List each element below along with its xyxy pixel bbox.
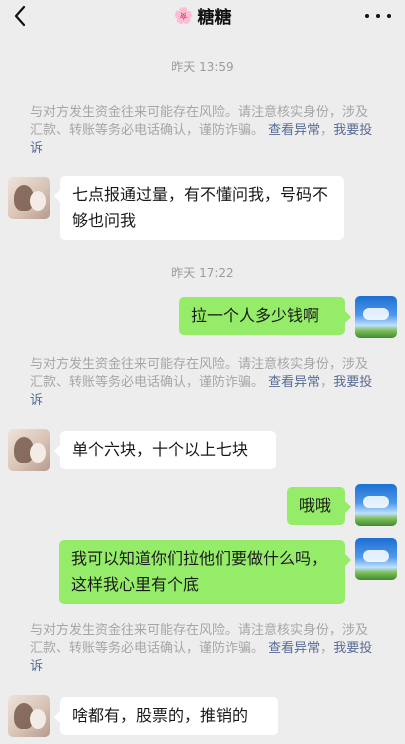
notice-separator: ， [320, 375, 334, 390]
risk-notice: 与对方发生资金往来可能存在风险。请注意核实身份，涉及汇款、转账等务必电话确认，谨… [30, 356, 378, 410]
view-abnormal-link[interactable]: 查看异常 [268, 375, 320, 390]
notice-separator: ， [320, 641, 334, 656]
timestamp: 昨天 17:22 [171, 266, 234, 280]
contact-avatar[interactable] [8, 177, 50, 219]
view-abnormal-link[interactable]: 查看异常 [268, 123, 320, 138]
message-bubble-sent[interactable]: 我可以知道你们拉他们要做什么吗，这样我心里有个底 [59, 540, 351, 604]
contact-name: 糖糖 [197, 7, 232, 28]
message-bubble-sent[interactable]: 拉一个人多少钱啊 [179, 297, 351, 335]
self-avatar[interactable] [355, 296, 397, 338]
self-avatar[interactable] [355, 484, 397, 526]
message-bubble-received[interactable]: 七点报通过量，有不懂问我，号码不够也问我 [54, 176, 344, 240]
chat-header: 🌸 糖糖 [0, 0, 405, 36]
contact-avatar[interactable] [8, 695, 50, 737]
message-bubble-received[interactable]: 啥都有，股票的，推销的 [54, 697, 278, 735]
timestamp: 昨天 13:59 [171, 60, 234, 74]
message-bubble-sent[interactable]: 哦哦 [287, 487, 351, 525]
risk-notice: 与对方发生资金往来可能存在风险。请注意核实身份，涉及汇款、转账等务必电话确认，谨… [30, 622, 378, 676]
flower-emoji-icon: 🌸 [173, 5, 194, 25]
view-abnormal-link[interactable]: 查看异常 [268, 641, 320, 656]
message-bubble-received[interactable]: 单个六块，十个以上七块 [54, 431, 276, 469]
more-options-icon[interactable] [365, 6, 391, 26]
self-avatar[interactable] [355, 538, 397, 580]
notice-separator: ， [320, 123, 334, 138]
chat-title: 🌸 糖糖 [0, 0, 405, 30]
risk-notice: 与对方发生资金往来可能存在风险。请注意核实身份，涉及汇款、转账等务必电话确认，谨… [30, 104, 378, 158]
contact-avatar[interactable] [8, 429, 50, 471]
